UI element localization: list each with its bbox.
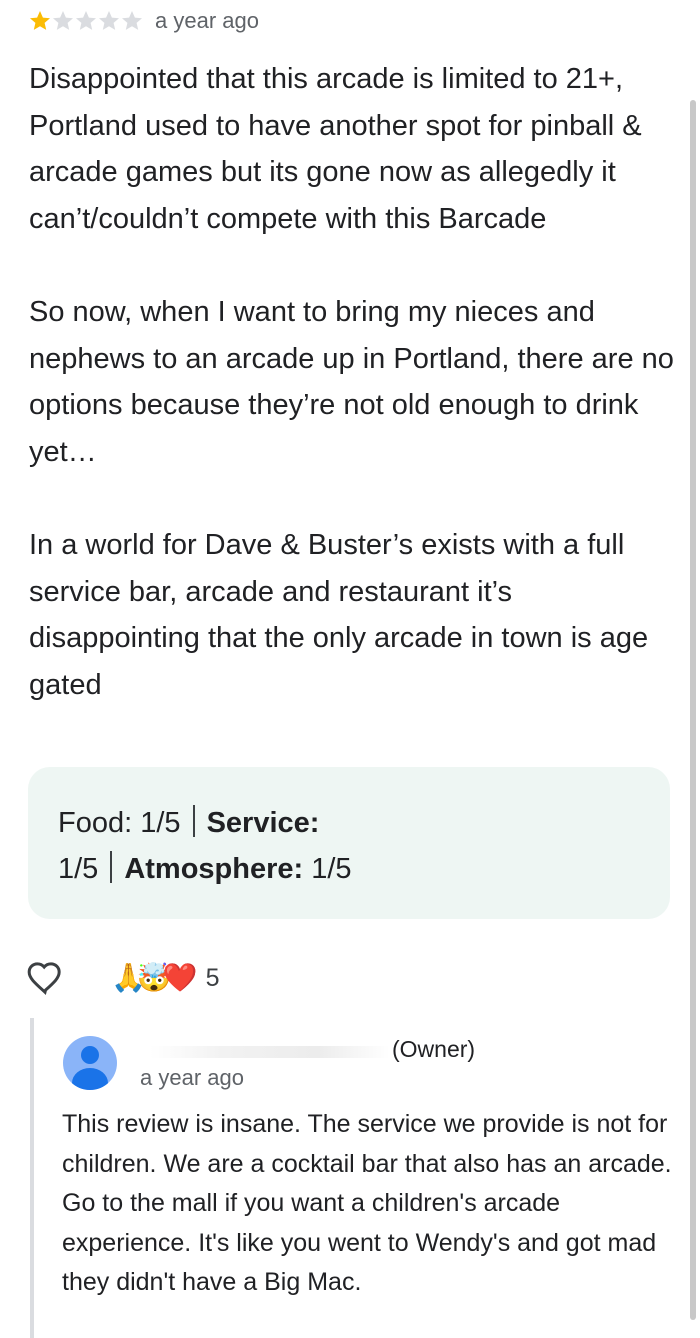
avatar-body	[72, 1068, 108, 1090]
owner-label: (Owner)	[392, 1036, 476, 1062]
subratings-line: Food: 1/5 Service:	[58, 805, 319, 840]
review-rating-row: a year ago	[28, 8, 259, 34]
food-label: Food:	[58, 807, 133, 839]
reactions-row: 🙏 🤯 ❤️ 5	[25, 958, 220, 998]
avatar-head	[81, 1046, 99, 1064]
star-empty-icon	[99, 11, 119, 30]
atmosphere-value: 1/5	[311, 853, 352, 885]
scrollbar[interactable]	[690, 100, 696, 1320]
divider	[110, 851, 113, 883]
star-filled-icon	[30, 11, 50, 30]
subratings-card: Food: 1/5 Service: 1/5 Atmosphere: 1/5	[28, 767, 670, 919]
reaction-emojis[interactable]: 🙏 🤯 ❤️	[111, 961, 198, 995]
reaction-count: 5	[205, 963, 220, 992]
review-time: a year ago	[155, 8, 259, 33]
heart-outline-icon[interactable]	[25, 958, 65, 998]
star-empty-icon	[53, 11, 73, 30]
review-body: Disappointed that this arcade is limited…	[29, 56, 679, 708]
atmosphere-label: Atmosphere:	[124, 853, 304, 885]
owner-response-border	[30, 1018, 34, 1338]
star-rating	[28, 9, 143, 33]
divider	[192, 805, 195, 837]
review-paragraph: Disappointed that this arcade is limited…	[29, 63, 642, 235]
subratings-line: 1/5 Atmosphere: 1/5	[58, 851, 352, 886]
owner-name-redacted	[150, 1046, 390, 1058]
avatar	[63, 1036, 117, 1090]
star-empty-icon	[122, 11, 142, 30]
service-value: 1/5	[58, 853, 99, 885]
service-label: Service:	[206, 807, 320, 839]
star-empty-icon	[76, 11, 96, 30]
red-heart-emoji-icon: ❤️	[162, 962, 198, 993]
food-value: 1/5	[140, 807, 181, 839]
review-paragraph: So now, when I want to bring my nieces a…	[29, 295, 674, 468]
owner-response-time: a year ago	[140, 1065, 244, 1090]
owner-response-text: This review is insane. The service we pr…	[62, 1110, 672, 1297]
review-paragraph: In a world for Dave & Buster’s exists wi…	[29, 528, 649, 701]
